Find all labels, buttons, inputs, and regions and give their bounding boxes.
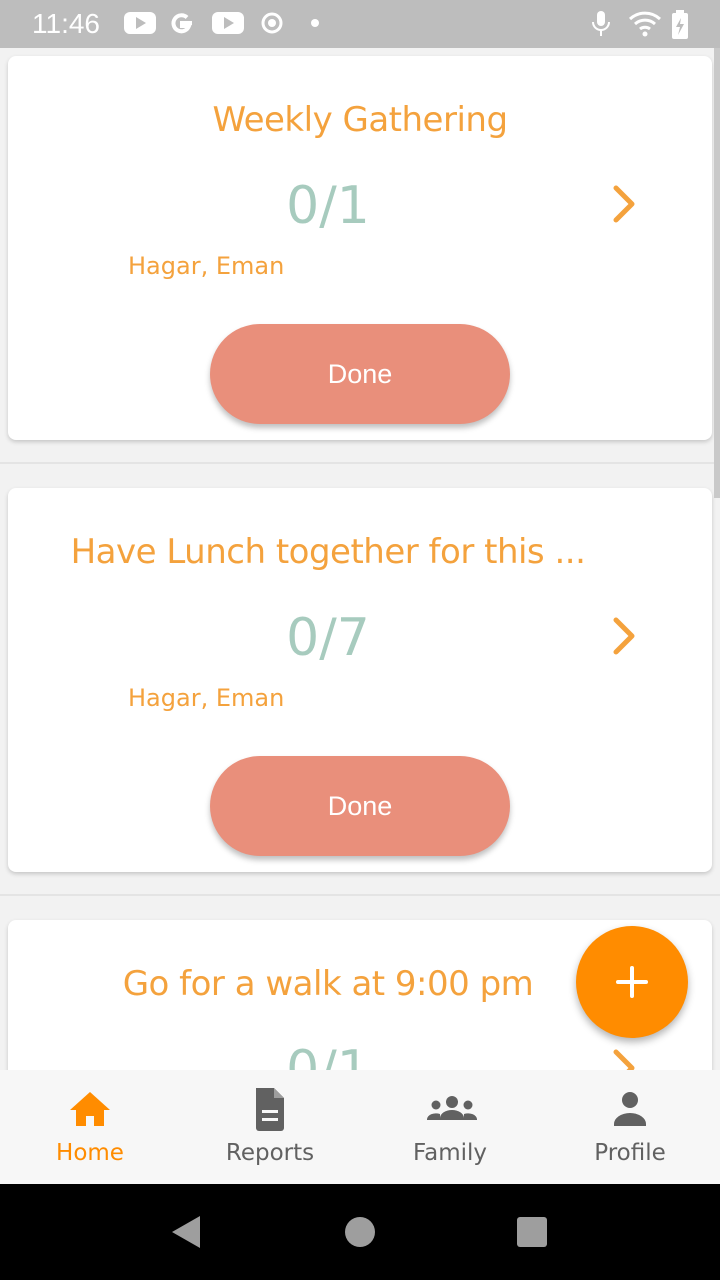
dot-icon: [311, 19, 319, 27]
status-time: 11:46: [32, 8, 100, 39]
divider: [0, 894, 720, 896]
nav-label: Home: [56, 1140, 124, 1166]
home-circle-icon[interactable]: [342, 1214, 378, 1250]
nav-label: Profile: [594, 1140, 666, 1166]
google-icon: [171, 13, 192, 34]
task-members: Hagar, Eman: [128, 252, 285, 280]
youtube-icon: [212, 12, 244, 34]
nav-item-home[interactable]: Home: [0, 1070, 180, 1184]
battery-icon: [672, 10, 688, 39]
task-progress: 0/1: [286, 176, 370, 236]
mic-icon: [592, 11, 610, 36]
add-task-button[interactable]: [576, 926, 688, 1038]
done-button[interactable]: Done: [210, 756, 510, 856]
system-nav-bar: [0, 1184, 720, 1280]
document-icon: [256, 1088, 284, 1131]
record-icon: [261, 12, 283, 34]
chevron-right-icon[interactable]: [608, 184, 638, 224]
task-title: Go for a walk at 9:00 pm: [122, 964, 534, 1004]
chevron-right-icon[interactable]: [608, 616, 638, 656]
bottom-nav: Home Reports Family Profile: [0, 1070, 720, 1184]
task-title: Have Lunch together for this ...: [70, 532, 586, 572]
divider: [0, 462, 720, 464]
person-icon: [614, 1092, 646, 1126]
nav-item-profile[interactable]: Profile: [540, 1070, 720, 1184]
done-button[interactable]: Done: [210, 324, 510, 424]
task-progress: 0/1: [286, 1040, 370, 1070]
scrollbar[interactable]: [714, 48, 720, 498]
nav-item-family[interactable]: Family: [360, 1070, 540, 1184]
task-members: Hagar, Eman: [128, 684, 285, 712]
plus-icon: [616, 966, 648, 998]
group-icon: [427, 1096, 477, 1120]
recents-icon[interactable]: [514, 1214, 550, 1250]
back-icon[interactable]: [168, 1212, 204, 1252]
wifi-icon: [628, 11, 662, 37]
task-card[interactable]: Have Lunch together for this ... 0/7 Hag…: [8, 488, 712, 872]
nav-item-reports[interactable]: Reports: [180, 1070, 360, 1184]
nav-label: Family: [412, 1140, 487, 1166]
youtube-icon: [124, 12, 156, 34]
home-icon: [70, 1092, 110, 1126]
task-title: Weekly Gathering: [212, 100, 508, 140]
task-list[interactable]: Weekly Gathering 0/1 Hagar, Eman Done Ha…: [0, 48, 720, 1070]
task-progress: 0/7: [286, 608, 370, 668]
task-card[interactable]: Weekly Gathering 0/1 Hagar, Eman Done: [8, 56, 712, 440]
nav-label: Reports: [225, 1140, 315, 1166]
chevron-right-icon[interactable]: [608, 1048, 638, 1070]
status-bar: 11:46: [0, 0, 720, 48]
